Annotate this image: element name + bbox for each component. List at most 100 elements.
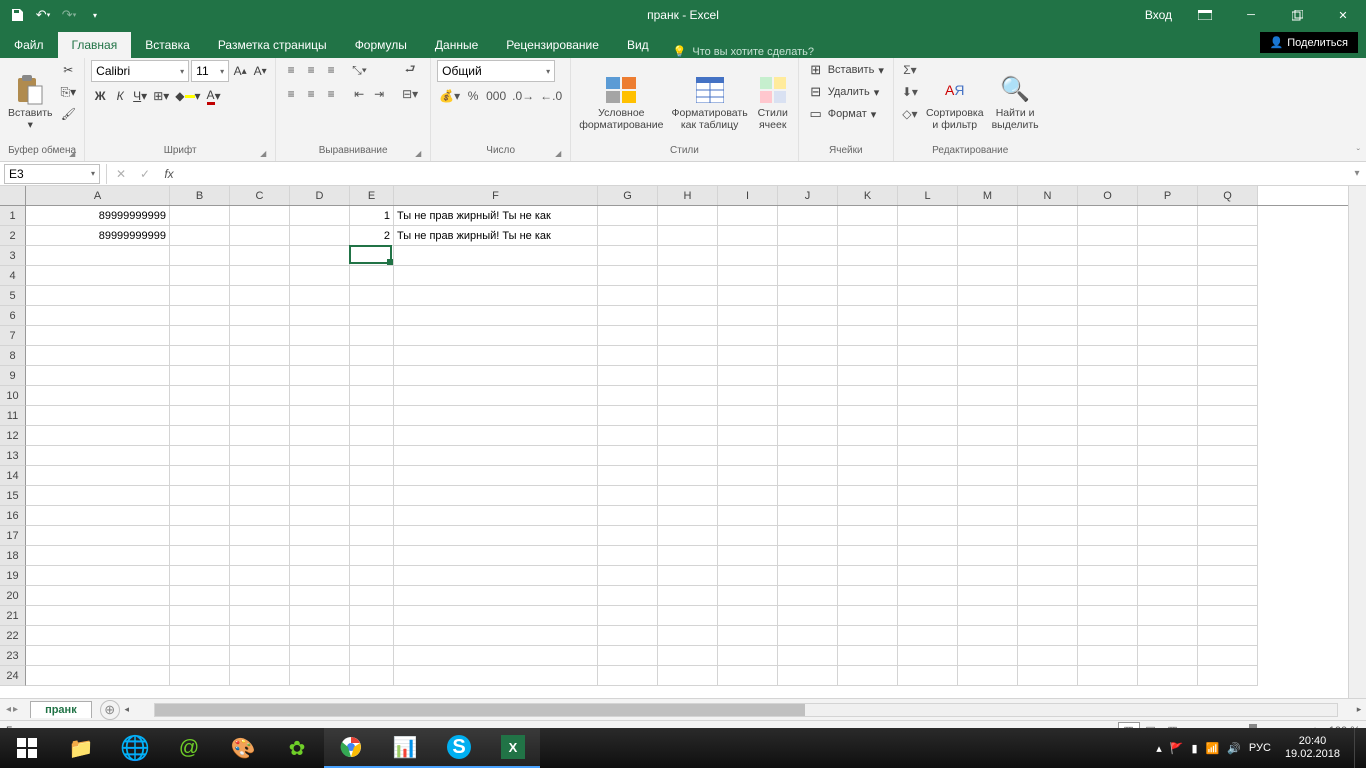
row-header[interactable]: 10 bbox=[0, 386, 26, 406]
cell[interactable] bbox=[1138, 326, 1198, 346]
cell[interactable] bbox=[1078, 586, 1138, 606]
cell[interactable] bbox=[658, 346, 718, 366]
cell[interactable] bbox=[718, 286, 778, 306]
cells-area[interactable]: 899999999991Ты не прав жирный! Ты не как… bbox=[26, 206, 1348, 686]
tell-me-box[interactable]: 💡Что вы хотите сделать? bbox=[663, 45, 824, 58]
cell[interactable] bbox=[170, 586, 230, 606]
cell[interactable] bbox=[838, 226, 898, 246]
cell[interactable] bbox=[26, 586, 170, 606]
tab-file[interactable]: Файл bbox=[0, 32, 58, 58]
cell[interactable] bbox=[1018, 666, 1078, 686]
cell[interactable] bbox=[1018, 226, 1078, 246]
cell[interactable] bbox=[1198, 526, 1258, 546]
align-bottom-button[interactable]: ≡ bbox=[322, 60, 340, 80]
expand-formula-icon[interactable]: ▾ bbox=[1348, 168, 1366, 179]
cell[interactable] bbox=[350, 306, 394, 326]
cell[interactable] bbox=[718, 466, 778, 486]
decrease-font-button[interactable]: A▾ bbox=[251, 61, 269, 81]
cell[interactable] bbox=[718, 526, 778, 546]
cell[interactable] bbox=[1198, 606, 1258, 626]
cell[interactable] bbox=[290, 386, 350, 406]
cell[interactable] bbox=[898, 246, 958, 266]
cell[interactable] bbox=[290, 526, 350, 546]
cut-button[interactable]: ✂ bbox=[59, 60, 79, 80]
cell[interactable] bbox=[26, 406, 170, 426]
cell[interactable] bbox=[170, 466, 230, 486]
cell[interactable] bbox=[838, 546, 898, 566]
cell[interactable] bbox=[230, 406, 290, 426]
cell[interactable] bbox=[350, 286, 394, 306]
select-all-corner[interactable] bbox=[0, 186, 26, 206]
cell[interactable] bbox=[898, 606, 958, 626]
customize-qat-icon[interactable]: ▾ bbox=[84, 4, 106, 26]
cell[interactable]: 89999999999 bbox=[26, 226, 170, 246]
cell[interactable] bbox=[350, 346, 394, 366]
cell[interactable] bbox=[898, 506, 958, 526]
cell[interactable] bbox=[230, 486, 290, 506]
cell[interactable] bbox=[838, 426, 898, 446]
cell[interactable] bbox=[170, 606, 230, 626]
close-button[interactable]: ✕ bbox=[1320, 0, 1366, 30]
cell[interactable] bbox=[1138, 446, 1198, 466]
cell[interactable] bbox=[394, 526, 598, 546]
cell[interactable] bbox=[1138, 466, 1198, 486]
cell[interactable] bbox=[1018, 506, 1078, 526]
cell[interactable] bbox=[658, 266, 718, 286]
cell[interactable] bbox=[394, 446, 598, 466]
decrease-decimal-button[interactable]: ←.0 bbox=[538, 86, 564, 106]
column-header[interactable]: A bbox=[26, 186, 170, 205]
cell[interactable] bbox=[1078, 306, 1138, 326]
column-header[interactable]: E bbox=[350, 186, 394, 205]
tab-home[interactable]: Главная bbox=[58, 32, 132, 58]
taskbar-skype-icon[interactable]: S bbox=[432, 728, 486, 768]
column-header[interactable]: G bbox=[598, 186, 658, 205]
cell[interactable] bbox=[958, 466, 1018, 486]
cell[interactable] bbox=[1138, 246, 1198, 266]
cell[interactable] bbox=[658, 566, 718, 586]
cell[interactable] bbox=[1138, 546, 1198, 566]
row-header[interactable]: 15 bbox=[0, 486, 26, 506]
sheet-nav[interactable]: ◂▸ bbox=[0, 704, 24, 715]
cell[interactable] bbox=[350, 466, 394, 486]
cell[interactable] bbox=[230, 506, 290, 526]
cell[interactable] bbox=[394, 506, 598, 526]
row-header[interactable]: 5 bbox=[0, 286, 26, 306]
cell[interactable] bbox=[598, 326, 658, 346]
cell[interactable] bbox=[658, 366, 718, 386]
cell[interactable] bbox=[1138, 206, 1198, 226]
cell[interactable] bbox=[1078, 266, 1138, 286]
cell[interactable] bbox=[26, 626, 170, 646]
cell[interactable] bbox=[170, 566, 230, 586]
cell[interactable] bbox=[170, 346, 230, 366]
hscroll-right-icon[interactable]: ▸ bbox=[1352, 704, 1366, 715]
row-header[interactable]: 11 bbox=[0, 406, 26, 426]
autosum-button[interactable]: Σ▾ bbox=[900, 60, 920, 80]
taskbar-icq-icon[interactable]: ✿ bbox=[270, 728, 324, 768]
cell[interactable] bbox=[170, 426, 230, 446]
cell[interactable] bbox=[170, 446, 230, 466]
row-header[interactable]: 16 bbox=[0, 506, 26, 526]
sign-in-link[interactable]: Вход bbox=[1135, 8, 1182, 22]
cell[interactable] bbox=[778, 386, 838, 406]
row-header[interactable]: 4 bbox=[0, 266, 26, 286]
cell[interactable] bbox=[898, 486, 958, 506]
cell[interactable] bbox=[598, 546, 658, 566]
cell[interactable] bbox=[230, 466, 290, 486]
cell[interactable] bbox=[394, 246, 598, 266]
start-button[interactable] bbox=[0, 728, 54, 768]
cell[interactable] bbox=[898, 546, 958, 566]
cell[interactable] bbox=[1078, 606, 1138, 626]
cell[interactable] bbox=[1198, 266, 1258, 286]
cell[interactable] bbox=[230, 346, 290, 366]
cell[interactable] bbox=[778, 286, 838, 306]
cell[interactable]: Ты не прав жирный! Ты не как bbox=[394, 226, 598, 246]
column-header[interactable]: M bbox=[958, 186, 1018, 205]
cell[interactable] bbox=[778, 646, 838, 666]
cell[interactable] bbox=[958, 426, 1018, 446]
cell[interactable] bbox=[598, 346, 658, 366]
cell[interactable] bbox=[1078, 326, 1138, 346]
cell[interactable] bbox=[598, 206, 658, 226]
cell[interactable] bbox=[350, 266, 394, 286]
cell[interactable] bbox=[838, 266, 898, 286]
merge-button[interactable]: ⊟▾ bbox=[396, 84, 424, 104]
